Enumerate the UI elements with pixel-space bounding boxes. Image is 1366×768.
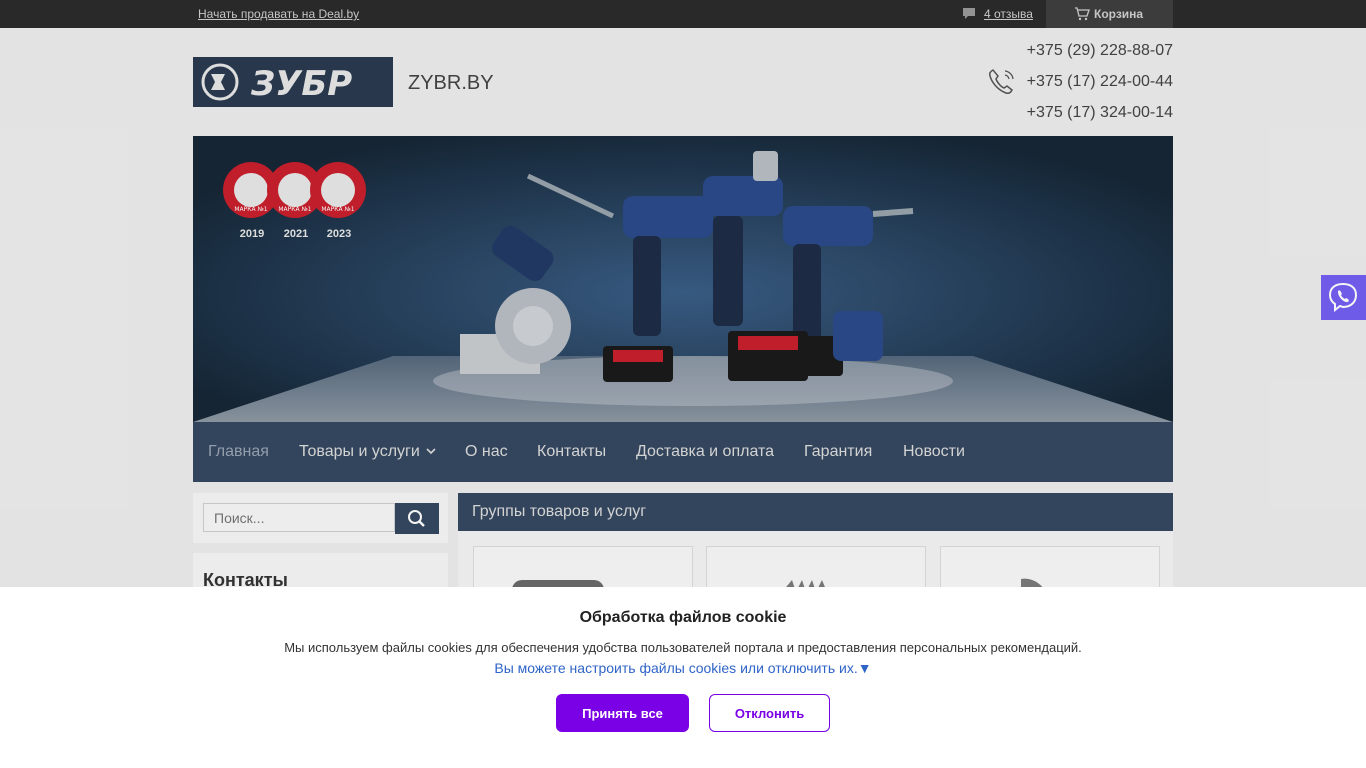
award-badges: МАРКА №1 МАРКА №1 МАРКА №1 2019 2021 202…: [223, 162, 366, 240]
logo-graphic: ЗУБР: [193, 57, 393, 107]
nav-item-contacts[interactable]: Контакты: [537, 443, 606, 461]
award-text: МАРКА №1: [278, 206, 311, 213]
cart-label: Корзина: [1094, 7, 1144, 21]
product-group-card[interactable]: [940, 546, 1160, 591]
phone-number[interactable]: +375 (17) 324-00-14: [1026, 104, 1173, 135]
site-name: ZYBR.BY: [408, 72, 494, 94]
nav-item-home[interactable]: Главная: [208, 443, 269, 461]
product-group-card[interactable]: [473, 546, 693, 591]
reviews-link[interactable]: 4 отзыва: [962, 7, 1033, 21]
cart-icon: [1075, 7, 1090, 21]
nav-item-delivery[interactable]: Доставка и оплата: [636, 443, 774, 461]
comment-icon: [963, 8, 975, 19]
product-group-card[interactable]: [706, 546, 926, 591]
search-input[interactable]: [203, 503, 395, 532]
nav-item-news[interactable]: Новости: [903, 443, 965, 461]
groups-heading: Группы товаров и услуг: [458, 493, 1173, 531]
phone-number[interactable]: +375 (29) 228-88-07: [1026, 42, 1173, 73]
product-thumbnail: [512, 580, 604, 590]
search-button[interactable]: [395, 503, 439, 534]
cart-button[interactable]: Корзина: [1046, 0, 1173, 28]
brand-logo[interactable]: ЗУБР: [193, 57, 393, 107]
cookie-text: Мы используем файлы cookies для обеспече…: [284, 640, 1082, 655]
search-panel: [193, 493, 448, 543]
cookie-consent-panel: Обработка файлов cookie Мы используем фа…: [0, 587, 1366, 768]
banner-image: МАРКА №1 МАРКА №1 МАРКА №1 2019 2021 202…: [193, 136, 1173, 422]
top-bar: Начать продавать на Deal.by 4 отзыва Кор…: [0, 0, 1366, 28]
cookie-title: Обработка файлов cookie: [579, 609, 787, 626]
nav-item-label: Товары и услуги: [299, 443, 420, 460]
award-year: 2021: [284, 228, 308, 240]
award-text: МАРКА №1: [321, 206, 354, 213]
nav-item-products[interactable]: Товары и услуги: [299, 443, 436, 461]
award-year: 2023: [327, 228, 351, 240]
reviews-label: 4 отзыва: [984, 7, 1033, 21]
logo-text: ЗУБР: [250, 64, 352, 104]
phone-number[interactable]: +375 (17) 224-00-44: [1026, 73, 1173, 104]
phone-list: +375 (29) 228-88-07 +375 (17) 224-00-44 …: [1026, 42, 1173, 135]
viber-icon: [1328, 282, 1358, 313]
product-thumbnail: [783, 580, 827, 590]
decline-button[interactable]: Отклонить: [709, 694, 830, 732]
nav-item-warranty[interactable]: Гарантия: [804, 443, 872, 461]
product-thumbnail: [1021, 578, 1045, 590]
nav-item-about[interactable]: О нас: [465, 443, 508, 461]
start-selling-link[interactable]: Начать продавать на Deal.by: [198, 7, 359, 21]
chevron-down-icon: [426, 448, 436, 455]
search-icon: [408, 510, 425, 527]
main-nav: Главная Товары и услуги О нас Контакты Д…: [193, 422, 1173, 482]
phone-icon: [989, 69, 1014, 94]
accept-all-button[interactable]: Принять все: [556, 694, 689, 732]
cookie-settings-link[interactable]: Вы можете настроить файлы cookies или от…: [0, 660, 1366, 676]
hero-banner[interactable]: МАРКА №1 МАРКА №1 МАРКА №1 2019 2021 202…: [193, 136, 1173, 422]
viber-button[interactable]: [1321, 275, 1366, 320]
award-text: МАРКА №1: [234, 206, 267, 213]
award-year: 2019: [240, 228, 264, 240]
